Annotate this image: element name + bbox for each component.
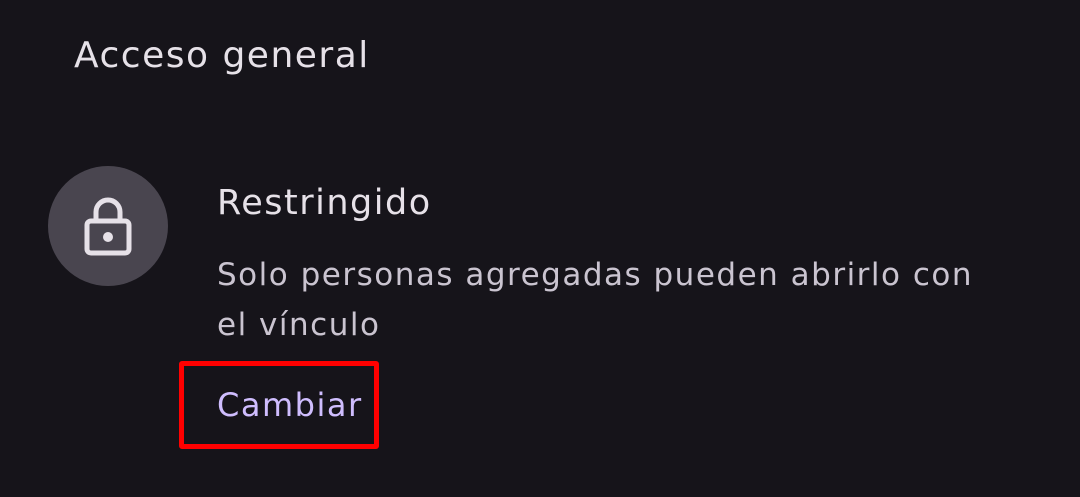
change-access-button[interactable]: Cambiar [201,374,379,436]
access-icon-circle [48,166,168,286]
access-level-description: Solo personas agregadas pueden abrirlo c… [217,257,974,343]
general-access-row: Restringido Solo personas agregadas pued… [0,0,1080,497]
lock-icon [82,195,134,257]
access-level-title: Restringido [217,183,432,223]
